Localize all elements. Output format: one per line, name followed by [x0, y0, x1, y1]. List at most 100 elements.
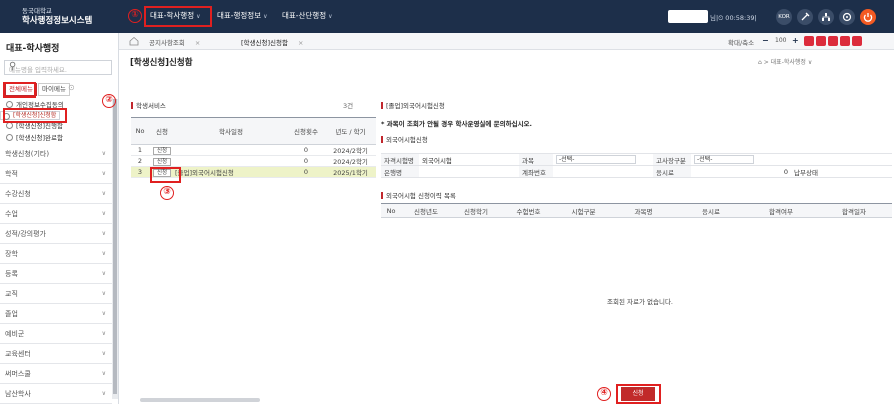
sidebar-item-summer-school[interactable]: 써머스쿨 ∨	[0, 364, 112, 384]
column-header: 신청	[149, 117, 175, 145]
zoom-in-icon[interactable]: +	[792, 36, 799, 46]
user-name-box	[668, 10, 708, 23]
sitemap-icon[interactable]	[818, 9, 834, 25]
sidebar-scrollbar[interactable]	[112, 99, 118, 399]
sidebar-item-label: 학생신청(기타)	[5, 150, 50, 158]
close-all-icon[interactable]	[852, 36, 862, 46]
layout-icon[interactable]	[816, 36, 826, 46]
account-value	[553, 165, 653, 178]
term: 2024/2학기	[325, 144, 376, 156]
expand-icon[interactable]	[828, 36, 838, 46]
exam-type-value: 외국어시험	[419, 153, 519, 166]
tab-strip: 공지사항조회 × [학생신청]신청함 × 확대/축소 − 100 +	[119, 33, 894, 50]
horizontal-scrollbar[interactable]	[140, 398, 260, 402]
zoom-label: 확대/축소	[728, 39, 755, 47]
logo[interactable]: 동국대학교 학사행정정보시스템	[22, 6, 92, 26]
scrollbar-thumb[interactable]	[113, 99, 117, 394]
sidebar-item-tuition[interactable]: 등록 ∨	[0, 264, 112, 284]
radio-icon: o	[6, 122, 13, 129]
schedule-name	[175, 155, 287, 167]
home-icon[interactable]: ⌂ >	[758, 59, 771, 66]
sidebar-item-complete-box[interactable]: o[학생신청]완료함	[0, 132, 112, 144]
top-menu-label: 대표-학사행정	[150, 11, 195, 20]
top-menu-admin[interactable]: 대표-행정정보 ∨	[217, 10, 268, 21]
gear-icon[interactable]	[839, 9, 855, 25]
site-select[interactable]: -선택-	[691, 153, 791, 166]
empty-message: 조회된 자료가 없습니다.	[607, 298, 673, 306]
empty-cell	[791, 153, 892, 166]
sidebar-item-grades[interactable]: 성적/강의평가 ∨	[0, 224, 112, 244]
chevron-down-icon: ∨	[101, 230, 106, 237]
sidebar-item-scholarship[interactable]: 장학 ∨	[0, 244, 112, 264]
top-menu-industry[interactable]: 대표-산단행정 ∨	[282, 10, 333, 21]
sidebar-item-teaching[interactable]: 교직 ∨	[0, 284, 112, 304]
sidebar-item-label: 등록	[5, 270, 18, 278]
subject-select[interactable]: -선택-	[553, 153, 653, 166]
chevron-down-icon: ∨	[805, 59, 813, 66]
menu-search-input[interactable]: 메뉴명을 입력하세요. ⚲	[4, 60, 112, 75]
sidebar-item-enrollment[interactable]: 수강신청 ∨	[0, 184, 112, 204]
sidebar-item-reserve[interactable]: 예비군 ∨	[0, 324, 112, 344]
chevron-down-icon: ∨	[101, 350, 106, 357]
callout-1: ①	[128, 9, 142, 23]
tab-notice[interactable]: 공지사항조회 ×	[149, 37, 200, 47]
sidebar-item-education-center[interactable]: 교육센터 ∨	[0, 344, 112, 364]
system-name: 학사행정정보시스템	[22, 16, 93, 26]
application-form: 자격시험명 외국어시험 과목 -선택- 고사장구분 -선택- 은행명 계좌번호 …	[381, 153, 892, 178]
field-label: 응시료	[653, 165, 691, 178]
sidebar-item-label: 써머스쿨	[5, 370, 31, 378]
power-icon[interactable]	[860, 9, 876, 25]
settings-icon[interactable]: ⊙	[68, 83, 75, 92]
pin-icon[interactable]	[797, 9, 813, 25]
callout-3: ③	[160, 186, 174, 200]
sidebar-item-label: 교직	[5, 290, 18, 298]
radio-icon: o	[6, 134, 13, 141]
tab-my-menu[interactable]: 마이메뉴	[38, 83, 70, 96]
site-dropdown[interactable]: -선택-	[694, 155, 754, 164]
language-button[interactable]: KOR	[776, 9, 792, 25]
subject-dropdown[interactable]: -선택-	[556, 155, 636, 164]
chevron-down-icon: ∨	[101, 330, 106, 337]
highlight-apply-box	[150, 167, 181, 183]
panel-title: 학생서비스	[131, 100, 166, 110]
detail-title: [졸업]외국어시험신청	[381, 100, 445, 110]
column-header: No	[381, 203, 401, 218]
top-menu-academic[interactable]: 대표-학사행정 ∨	[150, 10, 201, 21]
search-icon[interactable]: ⚲	[9, 61, 108, 72]
form-title: 외국어시험신청	[381, 134, 428, 144]
sidebar-item-class[interactable]: 수업 ∨	[0, 204, 112, 224]
breadcrumb-item: 대표-학사행정	[770, 59, 806, 66]
table-row[interactable]: 2 신청 0 2024/2학기	[131, 155, 376, 167]
column-header: No	[131, 117, 149, 145]
tab-apply-box[interactable]: [학생신청]신청함 ×	[241, 37, 303, 47]
print-icon[interactable]	[804, 36, 814, 46]
column-header: 시험구분	[556, 203, 611, 218]
page-title: [학생신청]신청함	[130, 58, 193, 68]
sidebar-item-label: 장학	[5, 250, 18, 258]
submit-apply-button[interactable]: 신청	[621, 387, 655, 401]
sidebar-item-request-etc[interactable]: 학생신청(기타) ∨	[0, 144, 112, 164]
column-header: 신청년도	[401, 203, 451, 218]
sidebar: 대표-학사행정 메뉴명을 입력하세요. ⚲ 전체메뉴 마이메뉴 ⊙ o개인정보수…	[0, 33, 119, 404]
sidebar-item-registry[interactable]: 학적 ∨	[0, 164, 112, 184]
sidebar-item-label: 수강신청	[5, 190, 31, 198]
sidebar-item-label: 교육센터	[5, 350, 31, 358]
home-icon[interactable]	[129, 36, 139, 46]
fee-value: 0	[691, 165, 791, 178]
column-header: 신청횟수	[287, 117, 325, 145]
zoom-out-icon[interactable]: −	[762, 36, 769, 46]
row-apply-button[interactable]: 신청	[152, 157, 172, 166]
sidebar-item-label: 성적/강의평가	[5, 230, 46, 238]
column-header: 학사일정	[175, 117, 287, 145]
row-apply-button[interactable]: 신청	[152, 146, 172, 155]
chevron-down-icon: ∨	[101, 210, 106, 217]
close-icon[interactable]: ×	[195, 39, 200, 47]
sidebar-item-label: 학적	[5, 170, 18, 178]
tab-label: [학생신청]신청함	[241, 39, 288, 47]
close-icon[interactable]: ×	[298, 39, 303, 47]
sidebar-item-namsan[interactable]: 남산학사 ∨	[0, 384, 112, 404]
sidebar-item-graduation[interactable]: 졸업 ∨	[0, 304, 112, 324]
table-row[interactable]: 1 신청 0 2024/2학기	[131, 144, 376, 156]
chevron-down-icon: ∨	[263, 13, 268, 20]
refresh-icon[interactable]	[840, 36, 850, 46]
